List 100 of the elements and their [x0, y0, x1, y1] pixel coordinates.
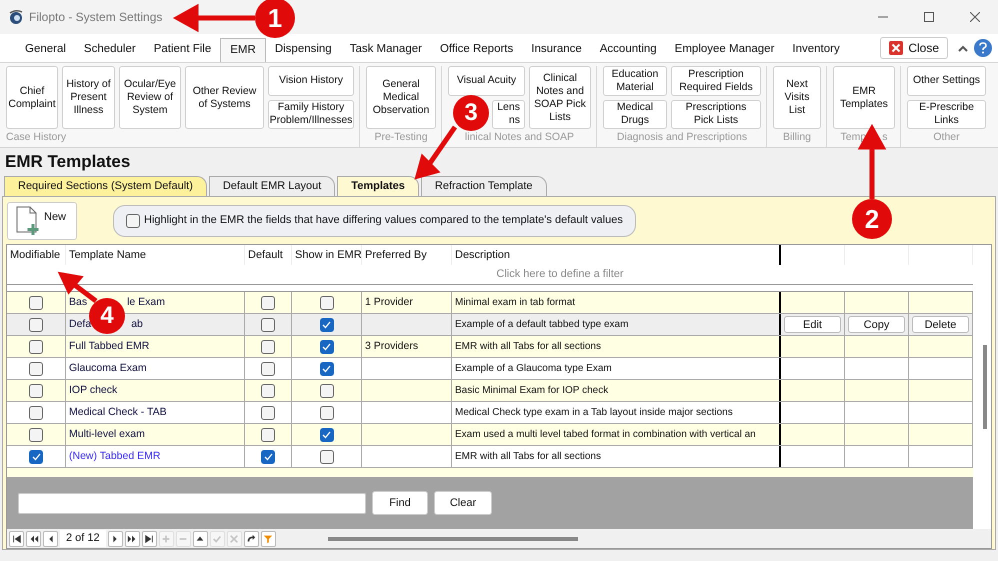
- row-action-button[interactable]: Copy: [848, 316, 905, 333]
- checkbox[interactable]: [320, 340, 334, 354]
- table-row[interactable]: (New) Tabbed EMR EMR with all Tabs for all sections: [7, 446, 973, 468]
- maximize-icon[interactable]: [924, 12, 934, 22]
- checkbox[interactable]: [29, 428, 43, 442]
- ribbon-button[interactable]: E-Prescribe Links: [907, 100, 986, 130]
- menu-tab[interactable]: Accounting: [590, 38, 666, 62]
- checkbox[interactable]: [29, 340, 43, 354]
- ribbon-button[interactable]: Prescriptions Pick Lists: [671, 100, 761, 130]
- checkbox[interactable]: [261, 362, 275, 376]
- ribbon-button[interactable]: Clinical Notes and SOAP Pick Lists: [529, 66, 591, 130]
- checkbox[interactable]: [320, 428, 334, 442]
- checkbox[interactable]: [29, 296, 43, 310]
- ribbon-button[interactable]: Family History Problem/Illnesses: [268, 100, 354, 130]
- checkbox[interactable]: [320, 362, 334, 376]
- record-position: 2 of 12: [60, 530, 106, 547]
- table-row[interactable]: Multi-level exam Exam used a multi level tabed format in combination with vertical an: [7, 424, 973, 446]
- ribbon-button[interactable]: Prescription Required Fields: [671, 66, 761, 96]
- double-left-icon[interactable]: [26, 530, 41, 546]
- clear-button[interactable]: Clear: [434, 491, 492, 515]
- checkbox[interactable]: [29, 318, 43, 332]
- table-row[interactable]: Glaucoma Exam Example of a Glaucoma type Exam: [7, 358, 973, 380]
- checkmark-icon: [322, 342, 331, 350]
- last-record-icon[interactable]: [142, 530, 157, 546]
- menu-tab[interactable]: Dispensing: [266, 38, 341, 62]
- checkbox[interactable]: [261, 340, 275, 354]
- checkbox[interactable]: [261, 318, 275, 332]
- table-row[interactable]: Full Tabbed EMR 3 Providers EMR with all Tabs for all sections: [7, 336, 973, 358]
- tab[interactable]: Templates: [337, 176, 419, 196]
- ribbon-button[interactable]: Visual Acuity: [448, 66, 525, 96]
- menu-tab[interactable]: Employee Manager: [666, 38, 784, 62]
- table-cell-text: Medical Check - TAB: [69, 404, 167, 420]
- menu-tab[interactable]: Scheduler: [74, 38, 145, 62]
- checkbox[interactable]: [261, 450, 275, 464]
- checkbox[interactable]: [29, 384, 43, 398]
- menu-tab[interactable]: Insurance: [522, 38, 591, 62]
- filter-hint[interactable]: Click here to define a filter: [496, 266, 624, 283]
- menu-tab[interactable]: Inventory: [783, 38, 849, 62]
- ribbon-button[interactable]: Ocular/Eye Review of System: [119, 66, 181, 130]
- ribbon-button[interactable]: Chief Complaint: [6, 66, 58, 130]
- menu-tab[interactable]: Task Manager: [340, 38, 431, 62]
- checkbox[interactable]: [29, 362, 43, 376]
- checkbox[interactable]: [261, 296, 275, 310]
- double-right-icon[interactable]: [124, 530, 140, 546]
- ribbon-button[interactable]: Next Visits List: [773, 66, 821, 130]
- ribbon-button[interactable]: Other Review of Systems: [185, 66, 264, 130]
- menu-tab[interactable]: Office Reports: [430, 38, 522, 62]
- tab[interactable]: Default EMR Layout: [208, 176, 336, 196]
- checkbox[interactable]: [261, 406, 275, 420]
- table-cell-text: Glaucoma Exam: [69, 360, 147, 376]
- menu-tab[interactable]: Patient File: [144, 38, 220, 62]
- ribbon-button[interactable]: EMR Templates: [833, 66, 895, 130]
- table-cell-text: IOP check: [69, 382, 118, 398]
- checkbox[interactable]: [29, 450, 43, 464]
- scrollbar-thumb[interactable]: [983, 345, 987, 429]
- find-button[interactable]: Find: [372, 491, 428, 515]
- row-action-button[interactable]: Edit: [784, 316, 841, 333]
- checkbox[interactable]: [320, 318, 334, 332]
- checkbox[interactable]: [320, 406, 334, 420]
- checkbox[interactable]: [320, 296, 334, 310]
- table-cell-text: Minimal exam in tab format: [455, 296, 576, 310]
- checkbox[interactable]: [320, 384, 334, 398]
- help-icon[interactable]: [974, 39, 992, 57]
- first-record-icon[interactable]: [9, 530, 24, 546]
- row-action-button[interactable]: Delete: [912, 316, 969, 333]
- close-button[interactable]: Close: [880, 37, 948, 59]
- table-cell-text: Multi-level exam: [69, 426, 145, 442]
- close-icon[interactable]: [970, 12, 980, 22]
- table-cell-text: Exam used a multi level tabed format in combination with vertical an: [455, 428, 756, 442]
- tab[interactable]: Refraction Template: [420, 176, 547, 196]
- table-row[interactable]: IOP check Basic Minimal Exam for IOP check: [7, 380, 973, 402]
- checkmark-icon: [322, 430, 331, 438]
- menu-tab[interactable]: EMR: [220, 38, 266, 62]
- horizontal-scrollbar[interactable]: [328, 536, 578, 540]
- ribbon-button[interactable]: History of Present Illness: [62, 66, 115, 130]
- search-field[interactable]: [18, 492, 366, 514]
- column-header: Template Name: [66, 245, 245, 265]
- page-title: EMR Templates: [5, 151, 130, 174]
- ribbon-button[interactable]: Vision History: [268, 66, 354, 96]
- collapse-icon[interactable]: [958, 44, 968, 52]
- ribbon-button[interactable]: Education Material: [603, 66, 667, 96]
- checkmark-icon: [322, 320, 331, 328]
- tab[interactable]: Required Sections (System Default): [4, 176, 207, 196]
- checkbox[interactable]: [261, 428, 275, 442]
- checkbox[interactable]: [29, 406, 43, 420]
- checkbox[interactable]: [126, 214, 140, 228]
- ribbon-button[interactable]: Medical Drugs: [603, 100, 667, 130]
- ribbon-button[interactable]: Lens ns: [492, 100, 525, 130]
- table-row[interactable]: Medical Check - TAB Medical Check type exam in a Tab layout inside major sections: [7, 402, 973, 424]
- checkbox[interactable]: [261, 384, 275, 398]
- table-cell-text: Example of a Glaucoma type Exam: [455, 362, 612, 376]
- ribbon-button[interactable]: Other Settings: [907, 66, 986, 96]
- group-label: Billing: [782, 130, 812, 146]
- checkbox[interactable]: [320, 450, 334, 464]
- refresh-icon[interactable]: [244, 530, 259, 546]
- ribbon-button[interactable]: General Medical Observation: [366, 66, 436, 130]
- menu-tab[interactable]: General: [16, 38, 75, 62]
- window-title: Filopto - System Settings: [29, 9, 162, 26]
- new-button[interactable]: New: [7, 202, 77, 240]
- table-cell-text: Basic Minimal Exam for IOP check: [455, 384, 608, 398]
